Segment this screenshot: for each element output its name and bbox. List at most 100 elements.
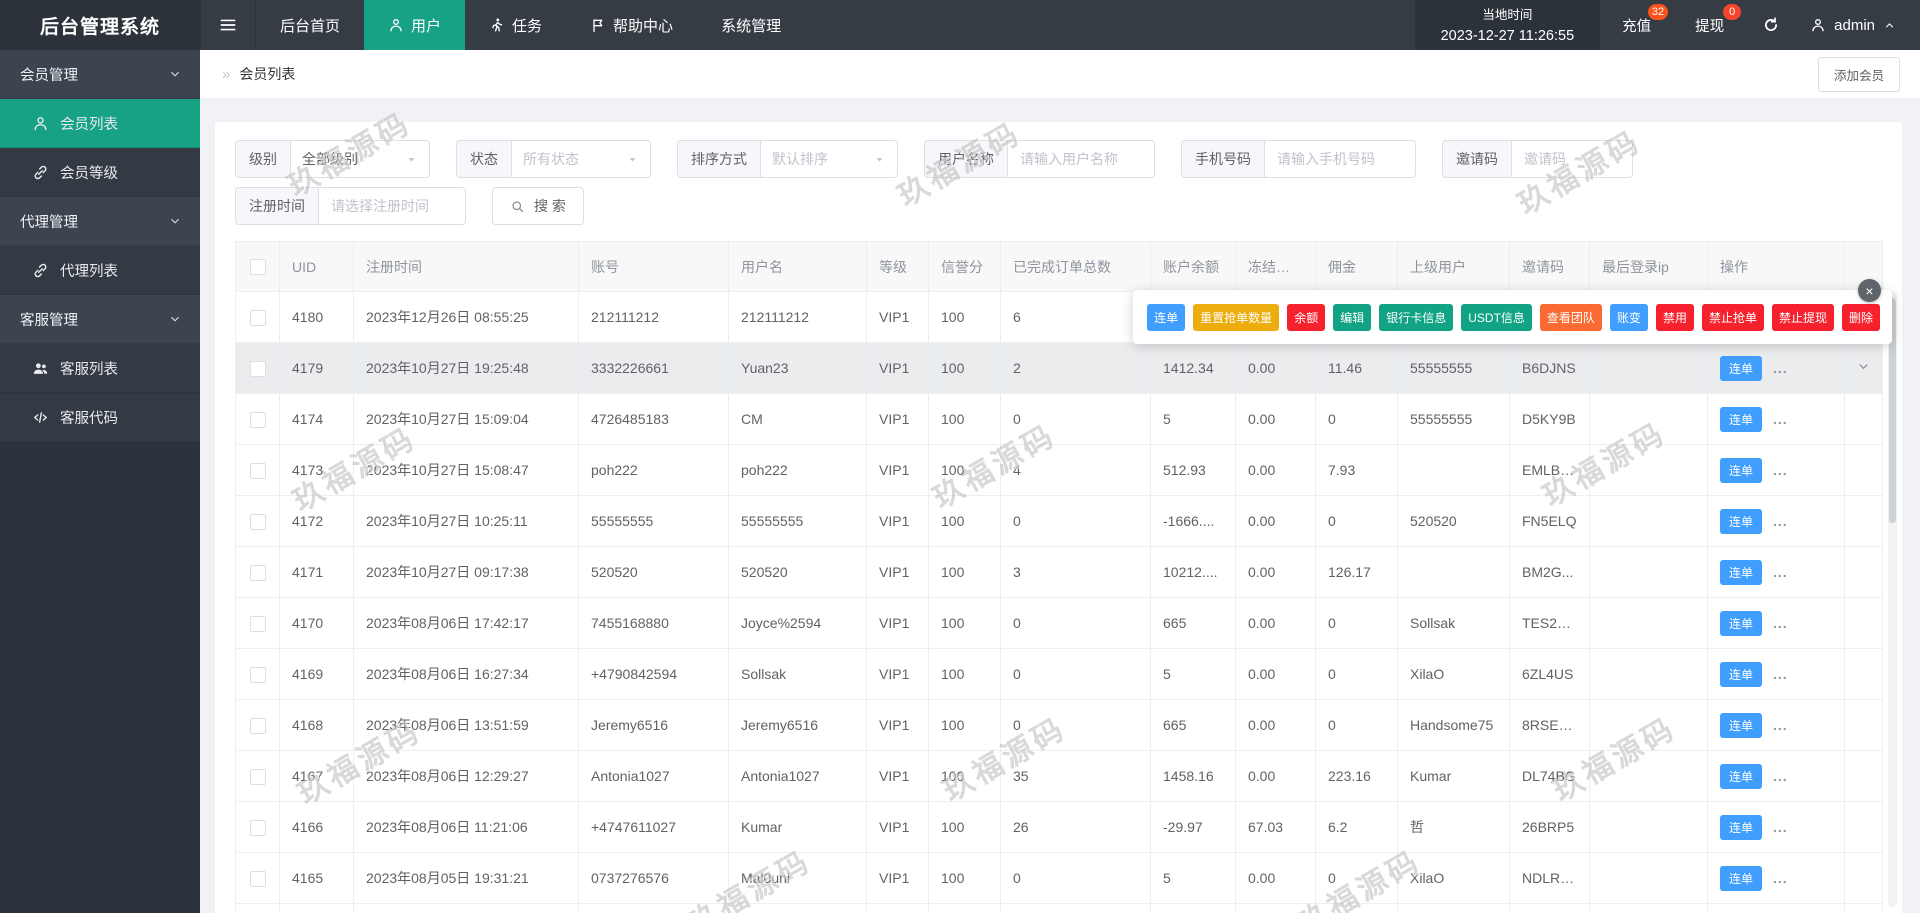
breadcrumb-label[interactable]: 会员列表 [239,64,295,84]
row-checkbox[interactable] [249,564,266,581]
row-checkbox[interactable] [249,309,266,326]
more-actions-button[interactable]: ... [1773,360,1788,376]
refresh-button[interactable] [1746,0,1796,50]
popup-button-disable[interactable]: 禁用 [1655,303,1694,331]
row-checkbox[interactable] [249,768,266,785]
sidebar-item-member-list[interactable]: 会员列表 [0,99,200,148]
table-scrollbar[interactable] [1888,292,1897,907]
row-checkbox[interactable] [249,513,266,530]
sidebar-toggle-button[interactable] [200,0,256,50]
more-actions-button[interactable]: ... [1773,615,1788,631]
chain-order-button[interactable]: 连单 [1720,457,1763,483]
row-checkbox[interactable] [249,870,266,887]
popup-button-reset-grab-count[interactable]: 重置抢单数量 [1193,303,1280,331]
filter-sort-select[interactable]: 默认排序 [760,140,898,178]
chain-order-button[interactable]: 连单 [1720,406,1763,432]
more-actions-button[interactable]: ... [1773,564,1788,580]
popup-button-usdt-info[interactable]: USDT信息 [1461,303,1532,331]
row-checkbox[interactable] [249,717,266,734]
expand-row-icon[interactable] [1856,359,1871,374]
sidebar-item-label: 客服列表 [60,361,118,378]
sidebar-group-label: 代理管理 [20,214,78,231]
popup-button-delete[interactable]: 删除 [1841,303,1880,331]
row-checkbox[interactable] [249,462,266,479]
cell-username: Antonia1027 [728,750,867,802]
sidebar-group-members[interactable]: 会员管理 [0,50,200,99]
sidebar-group-agents[interactable]: 代理管理 [0,197,200,246]
caret-down-icon [405,153,418,166]
filter-username-label: 用户名称 [924,140,1007,178]
row-checkbox[interactable] [249,615,266,632]
nav-item-help[interactable]: 帮助中心 [566,0,697,50]
cell-last-ip [1589,801,1708,853]
popup-button-balance[interactable]: 余额 [1287,303,1326,331]
caret-down-icon [626,153,639,166]
row-checkbox[interactable] [249,411,266,428]
recharge-button[interactable]: 充值 32 [1600,0,1673,50]
username-input[interactable] [1007,140,1155,178]
more-actions-button[interactable]: ... [1773,513,1788,529]
cell-credit: 100 [928,597,1001,649]
cell-actions: 连单... [1707,444,1845,496]
nav-item-tasks[interactable]: 任务 [465,0,566,50]
nav-item-system[interactable]: 系统管理 [697,0,805,50]
chain-order-button[interactable]: 连单 [1720,865,1763,891]
cell-expand [1844,444,1883,496]
chain-order-button[interactable]: 连单 [1720,508,1763,534]
code-icon [32,409,49,426]
select-all-checkbox[interactable] [249,259,266,276]
more-actions-button[interactable]: ... [1773,666,1788,682]
search-button[interactable]: 搜 索 [492,187,584,225]
row-checkbox[interactable] [249,360,266,377]
sidebar-item-agent-list[interactable]: 代理列表 [0,246,200,295]
nav-item-label: 系统管理 [721,17,782,35]
more-actions-button[interactable]: ... [1773,870,1788,886]
popup-close-button[interactable]: × [1858,279,1881,302]
filter-status-select[interactable]: 所有状态 [511,140,651,178]
row-checkbox[interactable] [249,666,266,683]
col-reg-time: 注册时间 [353,241,579,292]
nav-item-users[interactable]: 用户 [364,0,466,50]
popup-button-account-change[interactable]: 账变 [1609,303,1648,331]
chain-order-button[interactable]: 连单 [1720,763,1763,789]
popup-button-chain-order[interactable]: 连单 [1147,303,1186,331]
more-actions-button[interactable]: ... [1773,462,1788,478]
cell-commission [1315,903,1398,913]
chain-order-button[interactable]: 连单 [1720,355,1763,381]
phone-input[interactable] [1264,140,1416,178]
more-actions-button[interactable]: ... [1773,411,1788,427]
more-actions-button[interactable]: ... [1773,819,1788,835]
nav-item-home[interactable]: 后台首页 [256,0,364,50]
cell-uid: 4166 [279,801,354,853]
admin-menu[interactable]: admin [1796,0,1920,50]
col-orders: 已完成订单总数 [1000,241,1151,292]
sidebar-item-support-list[interactable]: 客服列表 [0,344,200,393]
add-member-button[interactable]: 添加会员 [1817,56,1900,92]
more-actions-button[interactable]: ... [1773,717,1788,733]
row-checkbox[interactable] [249,819,266,836]
popup-button-view-team[interactable]: 查看团队 [1539,303,1602,331]
cell-level: VIP1 [866,495,929,547]
more-actions-button[interactable]: ... [1773,768,1788,784]
cell-parent: 520520 [1397,495,1510,547]
cell-orders: 4 [1000,444,1151,496]
sidebar-group-support[interactable]: 客服管理 [0,295,200,344]
popup-button-ban-grab[interactable]: 禁止抢单 [1701,303,1764,331]
reg-time-input[interactable] [318,187,466,225]
cell-last-ip [1589,597,1708,649]
popup-button-ban-withdraw[interactable]: 禁止提现 [1771,303,1834,331]
chain-order-button[interactable]: 连单 [1720,661,1763,687]
popup-button-edit[interactable]: 编辑 [1333,303,1372,331]
popup-button-bank-card-info[interactable]: 银行卡信息 [1379,303,1454,331]
chain-order-button[interactable]: 连单 [1720,712,1763,738]
invite-code-input[interactable] [1511,140,1633,178]
chain-order-button[interactable]: 连单 [1720,814,1763,840]
cell-reg-time: 2023年10月27日 19:25:48 [353,342,579,394]
chain-order-button[interactable]: 连单 [1720,559,1763,585]
sidebar-item-member-levels[interactable]: 会员等级 [0,148,200,197]
withdraw-button[interactable]: 提现 0 [1673,0,1746,50]
sidebar-item-support-code[interactable]: 客服代码 [0,393,200,442]
chain-order-button[interactable]: 连单 [1720,610,1763,636]
filter-level-select[interactable]: 全部级别 [290,140,430,178]
cell-username: Jeremy6516 [728,699,867,751]
